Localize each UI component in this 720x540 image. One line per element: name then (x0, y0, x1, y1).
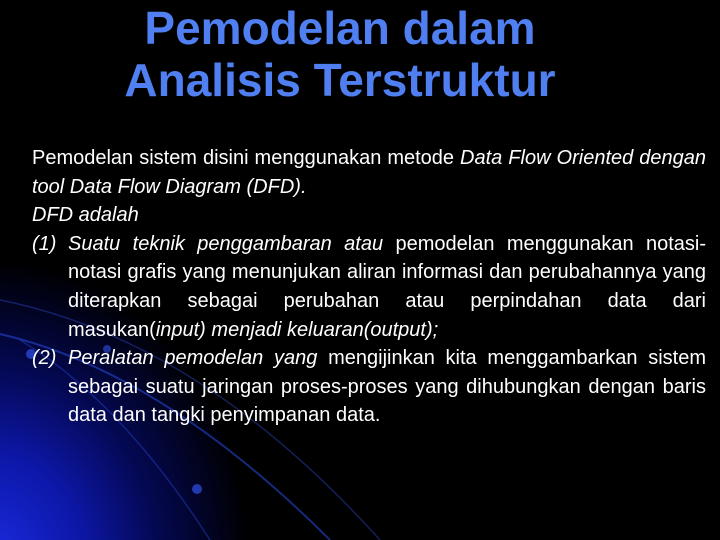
intro-paragraph: Pemodelan sistem disini menggunakan meto… (32, 144, 706, 201)
list-item: (2) Peralatan pemodelan yang mengijinkan… (32, 344, 706, 430)
list-item-italic-text: Peralatan pemodelan yang (68, 347, 318, 370)
title-line-2: Analisis Terstruktur (124, 54, 556, 106)
list-item-number: (2) (32, 347, 57, 370)
intro-text: Pemodelan sistem disini menggunakan meto… (32, 147, 461, 169)
slide-title: Pemodelan dalam Analisis Terstruktur (0, 2, 680, 106)
list-item-italic-text: input) (155, 318, 206, 341)
decorative-dot (192, 484, 202, 494)
dfd-label: DFD adalah (32, 204, 139, 227)
title-line-1: Pemodelan dalam (144, 2, 536, 54)
list-item-italic-text: Suatu teknik penggambaran atau (68, 232, 384, 255)
list-item-number: (1) (32, 232, 57, 255)
slide: Pemodelan dalam Analisis Terstruktur Pem… (0, 0, 720, 540)
slide-body: Pemodelan sistem disini menggunakan meto… (32, 144, 706, 430)
list-item: (1) Suatu teknik penggambaran atau pemod… (32, 230, 706, 344)
list-item-italic-text: menjadi keluaran(output); (211, 318, 439, 341)
